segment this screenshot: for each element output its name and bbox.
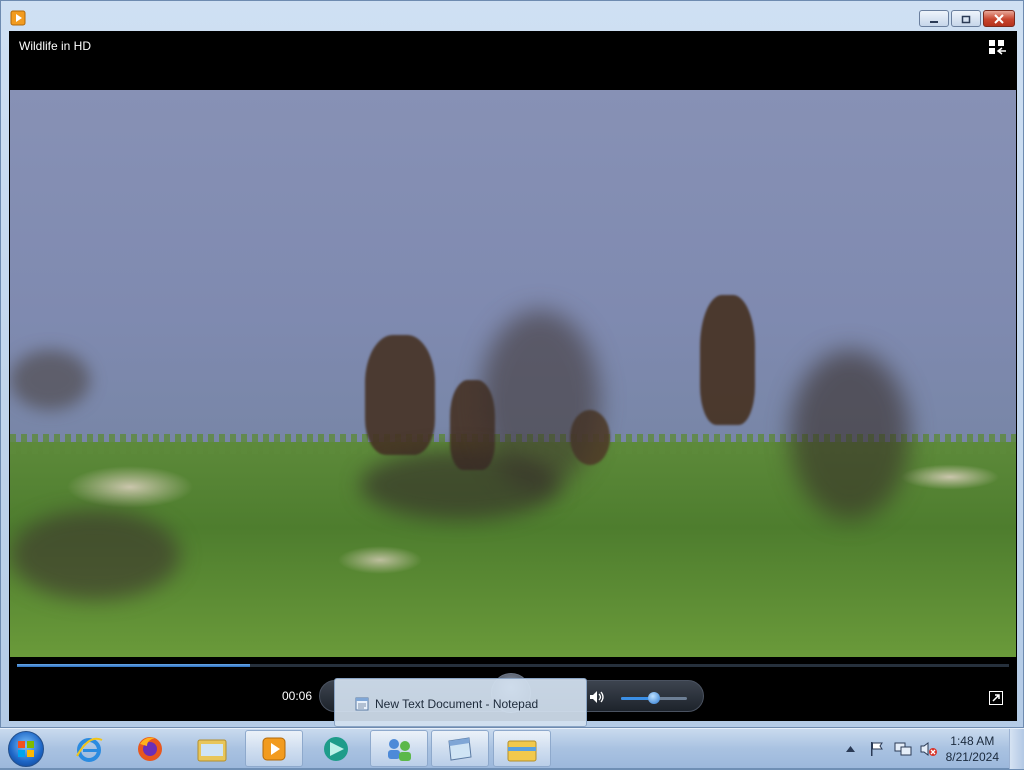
blurred-bird — [10, 510, 180, 600]
taskbar-teal-app[interactable] — [307, 730, 365, 767]
taskbar-windows-explorer[interactable] — [493, 730, 551, 767]
clock-time: 1:48 AM — [950, 734, 995, 748]
taskbar-firefox[interactable] — [121, 730, 179, 767]
seek-progress — [17, 664, 251, 667]
system-tray: 1:48 AM 8/21/2024 — [842, 729, 1024, 769]
fullscreen-icon[interactable] — [989, 691, 1003, 705]
volume-icon[interactable] — [589, 690, 605, 704]
close-button[interactable] — [983, 10, 1015, 27]
blurred-bird — [10, 350, 90, 410]
seek-bar[interactable] — [17, 664, 1009, 667]
internet-explorer-icon — [76, 737, 103, 762]
player-area: Wildlife in HD 00:06 — [9, 31, 1017, 721]
taskbar: 1:48 AM 8/21/2024 — [0, 728, 1024, 769]
taskbar-file-manager[interactable] — [183, 730, 241, 767]
flag-icon — [870, 742, 883, 756]
show-desktop-button[interactable] — [1009, 729, 1024, 769]
users-icon — [388, 738, 411, 761]
network-button[interactable] — [894, 741, 912, 757]
notepad-icon — [448, 736, 472, 761]
booby-bird — [365, 335, 435, 455]
booby-bird — [700, 295, 755, 425]
notepad-icon — [355, 697, 369, 711]
taskbar-windows-media-player[interactable] — [245, 730, 303, 767]
taskbar-thumbnail-tooltip[interactable]: New Text Document - Notepad — [334, 678, 587, 727]
volume-slider[interactable] — [621, 692, 687, 704]
speaker-muted-icon — [920, 742, 937, 756]
minimize-icon — [930, 20, 938, 23]
windows-logo-icon — [18, 741, 34, 757]
blurred-bird — [790, 350, 910, 520]
current-time: 00:06 — [282, 689, 313, 703]
show-hidden-icons-button[interactable] — [842, 741, 860, 757]
volume-knob[interactable] — [648, 692, 660, 704]
video-title: Wildlife in HD — [19, 39, 92, 53]
restore-icon — [961, 15, 971, 23]
taskbar-notepad[interactable] — [431, 730, 489, 767]
taskbar-users-app[interactable] — [370, 730, 428, 767]
minimize-button[interactable] — [919, 10, 949, 27]
taskbar-internet-explorer[interactable] — [60, 730, 118, 767]
media-player-icon[interactable] — [10, 10, 26, 26]
clock[interactable]: 1:48 AM 8/21/2024 — [946, 733, 999, 765]
switch-to-library-icon[interactable] — [989, 39, 1007, 55]
media-player-icon — [262, 737, 286, 760]
media-player-window: Wildlife in HD 00:06 — [0, 0, 1024, 728]
firefox-icon — [138, 736, 162, 761]
chevron-up-icon — [846, 746, 856, 752]
network-icon — [894, 742, 912, 756]
volume-muted-button[interactable] — [920, 741, 938, 757]
clock-date: 8/21/2024 — [945, 750, 999, 764]
explorer-folder-icon — [507, 740, 537, 761]
teal-app-icon — [324, 736, 348, 761]
action-center-button[interactable] — [868, 741, 886, 757]
folder-icon — [197, 739, 227, 761]
blurred-bird — [360, 450, 560, 520]
video-frame[interactable] — [10, 90, 1016, 657]
window-caption-buttons — [917, 10, 1015, 27]
start-button[interactable] — [8, 731, 44, 767]
close-icon — [994, 13, 1004, 24]
tooltip-label: New Text Document - Notepad — [375, 697, 539, 711]
maximize-button[interactable] — [951, 10, 981, 27]
